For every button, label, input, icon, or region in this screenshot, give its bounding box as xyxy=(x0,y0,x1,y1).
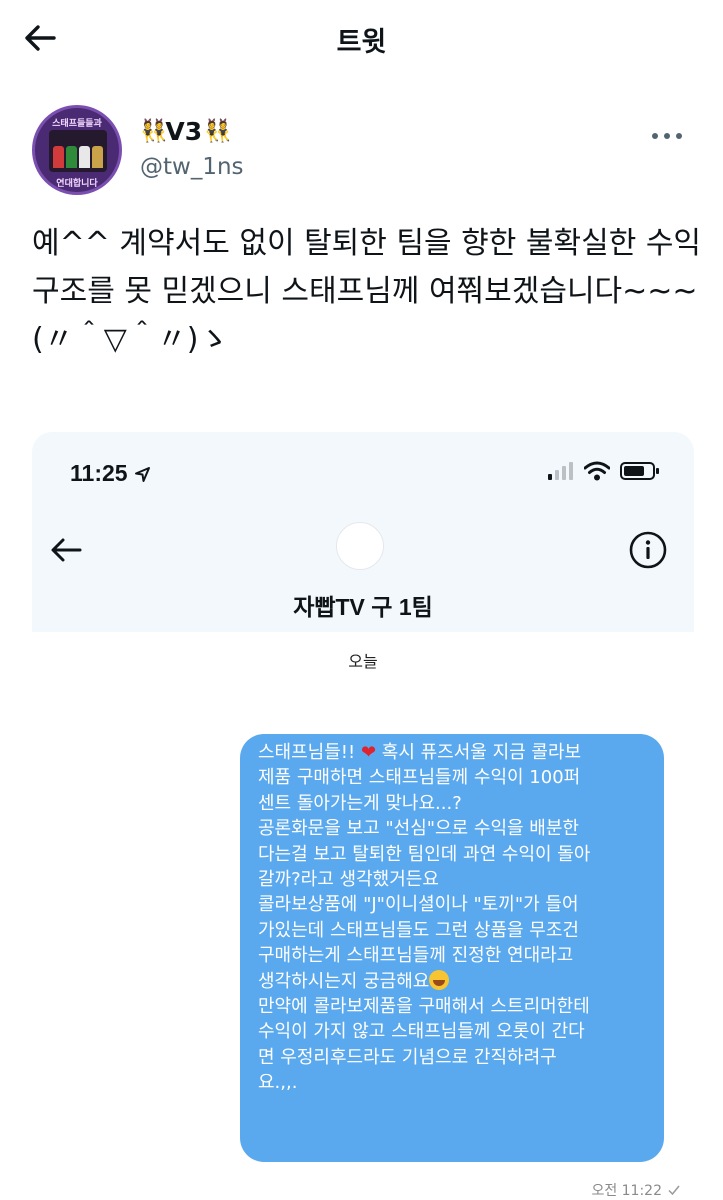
status-time-text: 11:25 xyxy=(70,460,128,486)
display-name-text: V3 xyxy=(165,117,203,146)
message-bubble[interactable]: 스태프님들!! ❤ 혹시 퓨즈서울 지금 콜라보 제품 구매하면 스태프님들께 … xyxy=(240,734,664,1162)
message-line: 센트 돌아가는게 맞나요...? xyxy=(258,792,462,814)
message-line: 공론화문을 보고 "선심"으로 수익을 배분한 xyxy=(258,818,579,840)
user-handle[interactable]: @tw_1ns xyxy=(140,154,244,180)
message-line: 생각하시는지 궁금해요 xyxy=(258,969,648,994)
avatar-top-text: 스태프들들과 xyxy=(52,119,102,129)
message-line: 면 우정리후드라도 기념으로 간직하려구 xyxy=(258,1046,557,1068)
message-timestamp: 오전 11:22 xyxy=(591,1180,680,1200)
message-line: 구매하는게 스태프님들께 진정한 연대라고 xyxy=(258,945,574,967)
message-line: 콜라보상품에 "J"이니셜이나 "토끼"가 들어 xyxy=(258,894,579,916)
bunny-emoji-icon: 👯 xyxy=(204,119,231,144)
page-title: 트윗 xyxy=(336,27,387,58)
check-icon xyxy=(668,1185,680,1196)
date-label: 오늘 xyxy=(348,652,378,671)
avatar-bottom-text: 연대합니다 xyxy=(56,179,98,189)
message-line: 스태프님들!! ❤ 혹시 퓨즈서울 지금 콜라보 xyxy=(258,740,648,765)
location-arrow-icon xyxy=(134,466,150,482)
tweet-text: 예^^ 계약서도 없이 탈퇴한 팀을 향한 불확실한 수익구조를 못 믿겠으니 … xyxy=(32,226,702,357)
battery-icon xyxy=(620,462,659,480)
display-name[interactable]: 👯 V3 👯 xyxy=(140,117,232,146)
avatar-image xyxy=(49,130,107,172)
message-line: 만약에 콜라보제품을 구매해서 스트리머한테 xyxy=(258,996,590,1018)
message-line: 갈까?라고 생각했거든요 xyxy=(258,869,439,891)
message-line-text: 혹시 퓨즈서울 지금 콜라보 xyxy=(376,742,582,763)
more-icon[interactable] xyxy=(652,126,692,146)
status-bar-icons xyxy=(548,461,660,481)
tweet-header: 스태프들들과 연대합니다 👯 V3 👯 @tw_1ns xyxy=(0,100,723,200)
signal-icon xyxy=(548,462,573,480)
attached-image[interactable]: 11:25 자빱TV 구 1팀 오늘 스태프님들!! ❤ 혹시 퓨즈서울 지금 … xyxy=(32,432,694,1200)
status-bar-time: 11:25 xyxy=(70,460,152,487)
message-line: 요.,,. xyxy=(258,1072,298,1094)
top-bar: 트윗 xyxy=(0,0,723,76)
wifi-icon xyxy=(584,461,610,481)
message-line-text: 생각하시는지 궁금해요 xyxy=(258,970,430,992)
message-line: 수익이 가지 않고 스태프님들께 오롯이 간다 xyxy=(258,1021,585,1043)
bunny-emoji-icon: 👯 xyxy=(140,119,167,144)
heart-emoji-icon: ❤ xyxy=(360,742,377,763)
message-line: 다는걸 보고 탈퇴한 팀인데 과연 수익이 돌아 xyxy=(258,843,591,865)
message-line-text: 스태프님들!! xyxy=(258,742,361,763)
grin-emoji-icon xyxy=(429,969,450,990)
timestamp-text: 오전 11:22 xyxy=(591,1183,662,1199)
avatar[interactable]: 스태프들들과 연대합니다 xyxy=(32,105,122,195)
message-line: 가있는데 스태프님들도 그런 상품을 무조건 xyxy=(258,919,579,941)
chat-name: 자빱TV 구 1팀 xyxy=(293,594,433,620)
dm-back-arrow-icon[interactable] xyxy=(46,530,86,570)
message-line: 제품 구매하면 스태프님들께 수익이 100퍼 xyxy=(258,767,581,789)
info-icon[interactable] xyxy=(628,530,668,570)
dm-avatar[interactable] xyxy=(336,522,384,570)
